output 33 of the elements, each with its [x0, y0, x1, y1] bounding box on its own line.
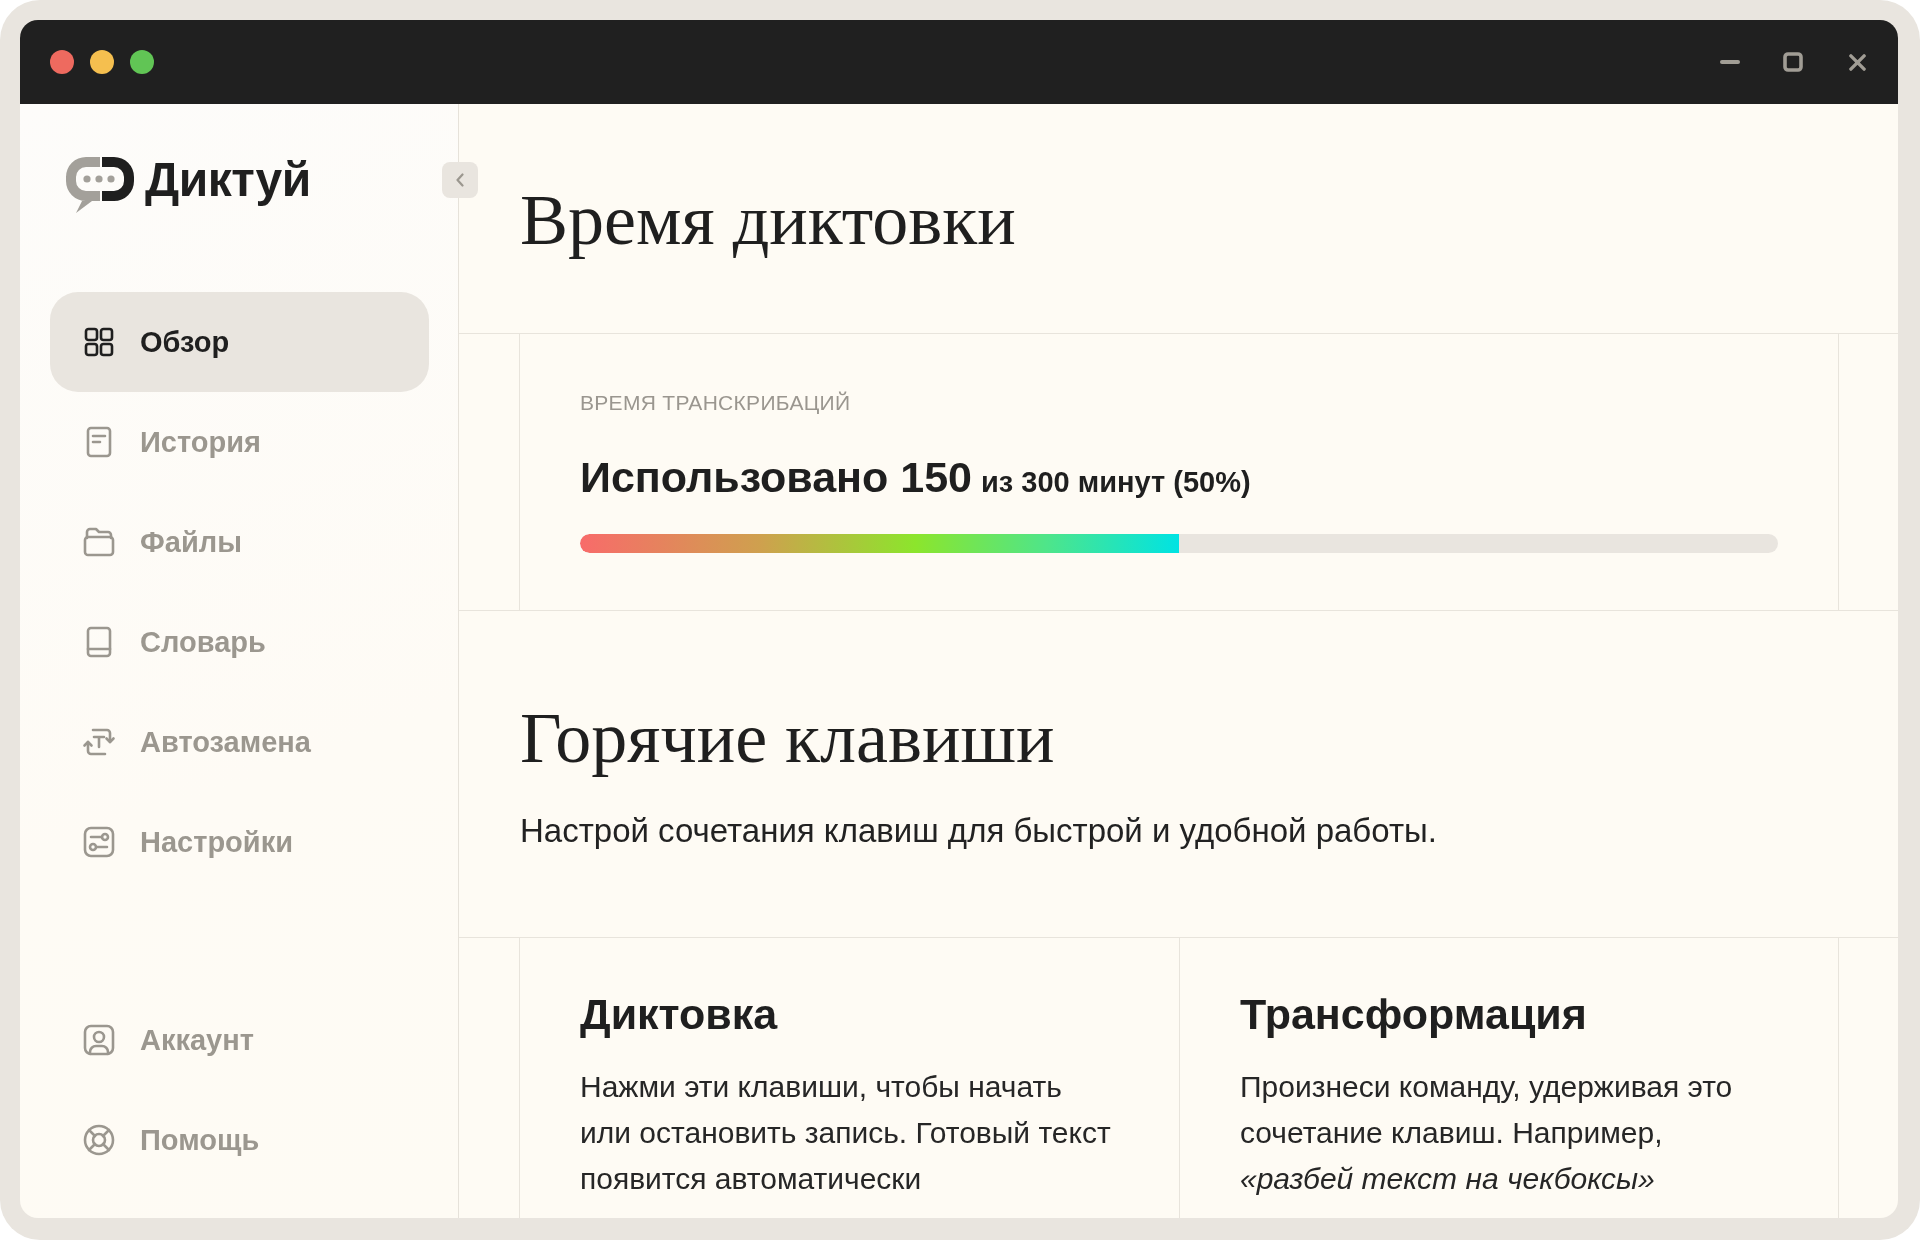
section-title: Горячие клавиши	[520, 698, 1055, 778]
maximize-icon[interactable]	[1783, 52, 1803, 72]
grid-icon	[83, 326, 115, 358]
usage-total: из 300 минут (50%)	[981, 465, 1251, 500]
close-dot-icon[interactable]	[50, 50, 74, 74]
sidebar-item[interactable]: Файлы	[50, 492, 429, 592]
minimize-dot-icon[interactable]	[90, 50, 114, 74]
section-subtitle: Настрой сочетания клавиш для быстрой и удобной работы.	[520, 811, 1437, 851]
app-name: Диктуй	[145, 152, 311, 208]
usage-label: ВРЕМЯ ТРАНСКРИБАЦИЙ	[580, 390, 851, 416]
sidebar-item[interactable]: История	[50, 392, 429, 492]
card-title: Трансформация	[1240, 989, 1587, 1040]
text-replace-icon	[83, 726, 115, 758]
lifebuoy-icon	[83, 1124, 115, 1156]
minimize-icon[interactable]	[1720, 60, 1740, 64]
page-title: Время диктовки	[520, 180, 1016, 260]
zoom-dot-icon[interactable]	[130, 50, 154, 74]
sidebar-item[interactable]: Словарь	[50, 592, 429, 692]
card-description: Нажми эти клавиши, чтобы начать или остановить запись. Готовый текст появится автоматически	[580, 1069, 1112, 1197]
sidebar-item[interactable]: Автозамена	[50, 692, 429, 792]
chevron-left-icon	[456, 173, 464, 187]
sidebar-item[interactable]: Обзор	[50, 292, 429, 392]
sidebar-item[interactable]: Аккаунт	[50, 990, 429, 1090]
user-icon	[83, 1024, 115, 1056]
sliders-icon	[83, 826, 115, 858]
close-icon[interactable]	[1849, 53, 1866, 71]
folder-icon	[83, 526, 115, 558]
sidebar-item[interactable]: Настройки	[50, 792, 429, 892]
sidebar-item[interactable]: Помощь	[50, 1090, 429, 1190]
usage-amount: Использовано 150	[580, 452, 973, 503]
logo-icon	[64, 155, 136, 213]
card-description: Произнеси команду, удерживая это сочетание клавиш. Например, «разбей текст на чекбоксы»	[1240, 1069, 1734, 1197]
card-title: Диктовка	[580, 989, 778, 1040]
